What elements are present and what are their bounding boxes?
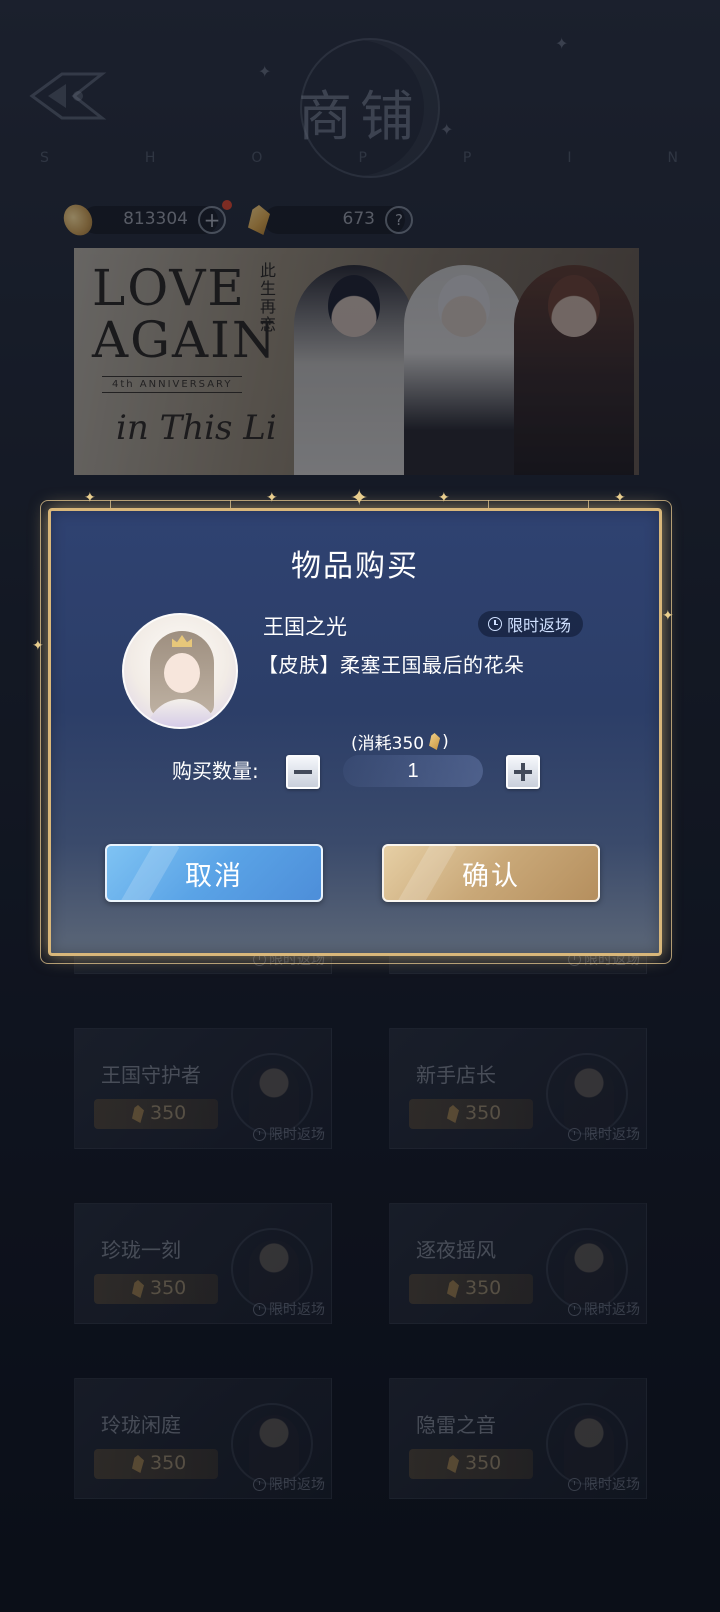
- increase-quantity-button[interactable]: [506, 755, 540, 789]
- star-ornament-icon: ✦: [662, 608, 674, 624]
- cost-close-paren: ): [442, 731, 449, 752]
- confirm-button[interactable]: 确认: [382, 844, 600, 902]
- avatar-face: [164, 653, 200, 693]
- star-ornament-icon: ✦: [32, 638, 44, 654]
- gem-icon: [429, 733, 441, 750]
- cost-text: (消耗350: [351, 734, 425, 754]
- cost-label: (消耗350 ): [351, 729, 449, 755]
- star-ornament-icon: ✦: [614, 490, 626, 506]
- confirm-label: 确认: [462, 860, 520, 892]
- item-description: 【皮肤】柔塞王国最后的花朵: [258, 653, 525, 677]
- dialog-title: 物品购买: [291, 549, 419, 584]
- cancel-button[interactable]: 取消: [105, 844, 323, 902]
- decrease-quantity-button[interactable]: [286, 755, 320, 789]
- star-ornament-icon: ✦: [84, 490, 96, 506]
- clock-icon: [488, 617, 502, 631]
- cancel-label: 取消: [185, 860, 243, 892]
- star-ornament-icon: ✦: [438, 490, 450, 506]
- badge-label: 限时返场: [507, 616, 572, 635]
- quantity-field[interactable]: 1: [343, 755, 483, 787]
- purchase-dialog: 物品购买 王国之光 限时返场 【皮肤】柔塞王国最后的花朵 (消耗350 ) 购买…: [48, 508, 662, 956]
- limited-return-badge: 限时返场: [478, 611, 584, 637]
- item-name: 王国之光: [263, 615, 347, 639]
- star-ornament-icon: ✦: [266, 490, 278, 506]
- quantity-label: 购买数量:: [172, 759, 259, 783]
- item-avatar: [122, 613, 238, 729]
